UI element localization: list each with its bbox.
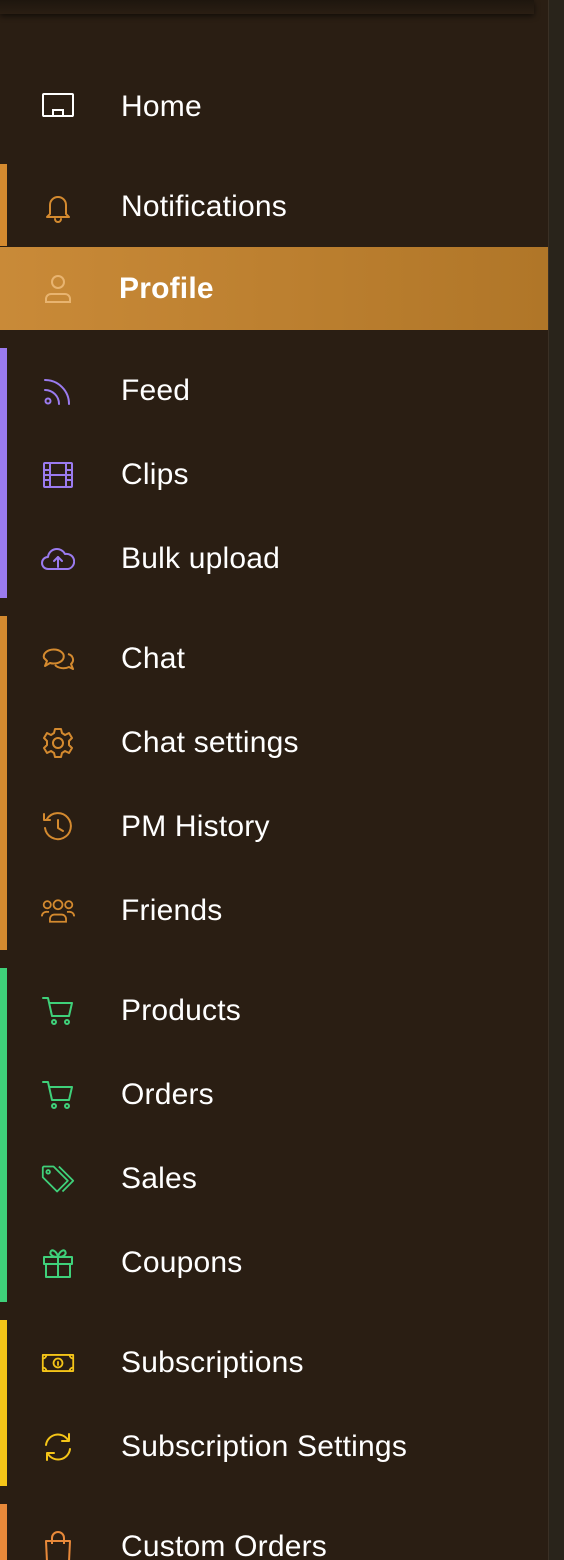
- cloud-upload-icon: [40, 541, 76, 577]
- cart-icon: [40, 993, 76, 1029]
- nav-item-home[interactable]: Home: [0, 65, 548, 149]
- nav-label-clips: Clips: [121, 458, 189, 491]
- banknote-icon: [40, 1345, 76, 1381]
- history-icon: [40, 809, 76, 845]
- nav-label-sales: Sales: [121, 1162, 198, 1195]
- nav-item-chat[interactable]: Chat: [0, 617, 548, 701]
- nav-item-notifications[interactable]: Notifications: [0, 165, 548, 249]
- cart-icon: [40, 1077, 76, 1113]
- nav-item-subscriptions[interactable]: Subscriptions: [0, 1321, 548, 1405]
- monitor-icon: [40, 89, 76, 125]
- top-bar-shadow: [0, 0, 534, 14]
- nav-item-profile[interactable]: Profile: [0, 247, 548, 330]
- nav-label-subscriptions: Subscriptions: [121, 1346, 304, 1379]
- nav-label-friends: Friends: [121, 894, 223, 927]
- nav-item-feed[interactable]: Feed: [0, 349, 548, 433]
- shopping-bag-icon: [40, 1529, 76, 1560]
- nav-item-clips[interactable]: Clips: [0, 433, 548, 517]
- nav-item-bulk-upload[interactable]: Bulk upload: [0, 517, 548, 601]
- nav-label-chat: Chat: [121, 642, 186, 675]
- nav-item-orders[interactable]: Orders: [0, 1053, 548, 1137]
- film-icon: [40, 457, 76, 493]
- tag-icon: [40, 1161, 76, 1197]
- nav-label-subscription-settings: Subscription Settings: [121, 1430, 408, 1463]
- nav-item-pm-history[interactable]: PM History: [0, 785, 548, 869]
- nav-label-chat-settings: Chat settings: [121, 726, 299, 759]
- user-icon: [40, 271, 76, 307]
- nav-label-custom-orders: Custom Orders: [121, 1530, 327, 1560]
- users-icon: [40, 893, 76, 929]
- nav-label-notifications: Notifications: [121, 190, 288, 223]
- refresh-icon: [40, 1429, 76, 1465]
- nav-item-sales[interactable]: Sales: [0, 1137, 548, 1221]
- nav-label-profile: Profile: [119, 271, 214, 305]
- nav-label-home: Home: [121, 90, 202, 123]
- nav-item-products[interactable]: Products: [0, 969, 548, 1053]
- rss-icon: [40, 373, 76, 409]
- nav-item-subscription-settings[interactable]: Subscription Settings: [0, 1405, 548, 1489]
- nav-label-products: Products: [121, 994, 241, 1027]
- nav-label-pm-history: PM History: [121, 810, 270, 843]
- sidebar: Home Notifications Profile Feed Clips Bu…: [0, 0, 548, 1560]
- nav-item-chat-settings[interactable]: Chat settings: [0, 701, 548, 785]
- bell-icon: [40, 189, 76, 225]
- nav-label-bulk-upload: Bulk upload: [121, 542, 280, 575]
- gear-icon: [40, 725, 76, 761]
- chat-bubbles-icon: [40, 641, 76, 677]
- nav-item-coupons[interactable]: Coupons: [0, 1221, 548, 1305]
- gift-icon: [40, 1245, 76, 1281]
- sidebar-scroll-edge: [548, 0, 564, 1560]
- nav-label-coupons: Coupons: [121, 1246, 243, 1279]
- nav-item-custom-orders[interactable]: Custom Orders: [0, 1505, 548, 1560]
- nav-label-orders: Orders: [121, 1078, 214, 1111]
- nav-item-friends[interactable]: Friends: [0, 869, 548, 953]
- nav-label-feed: Feed: [121, 374, 191, 407]
